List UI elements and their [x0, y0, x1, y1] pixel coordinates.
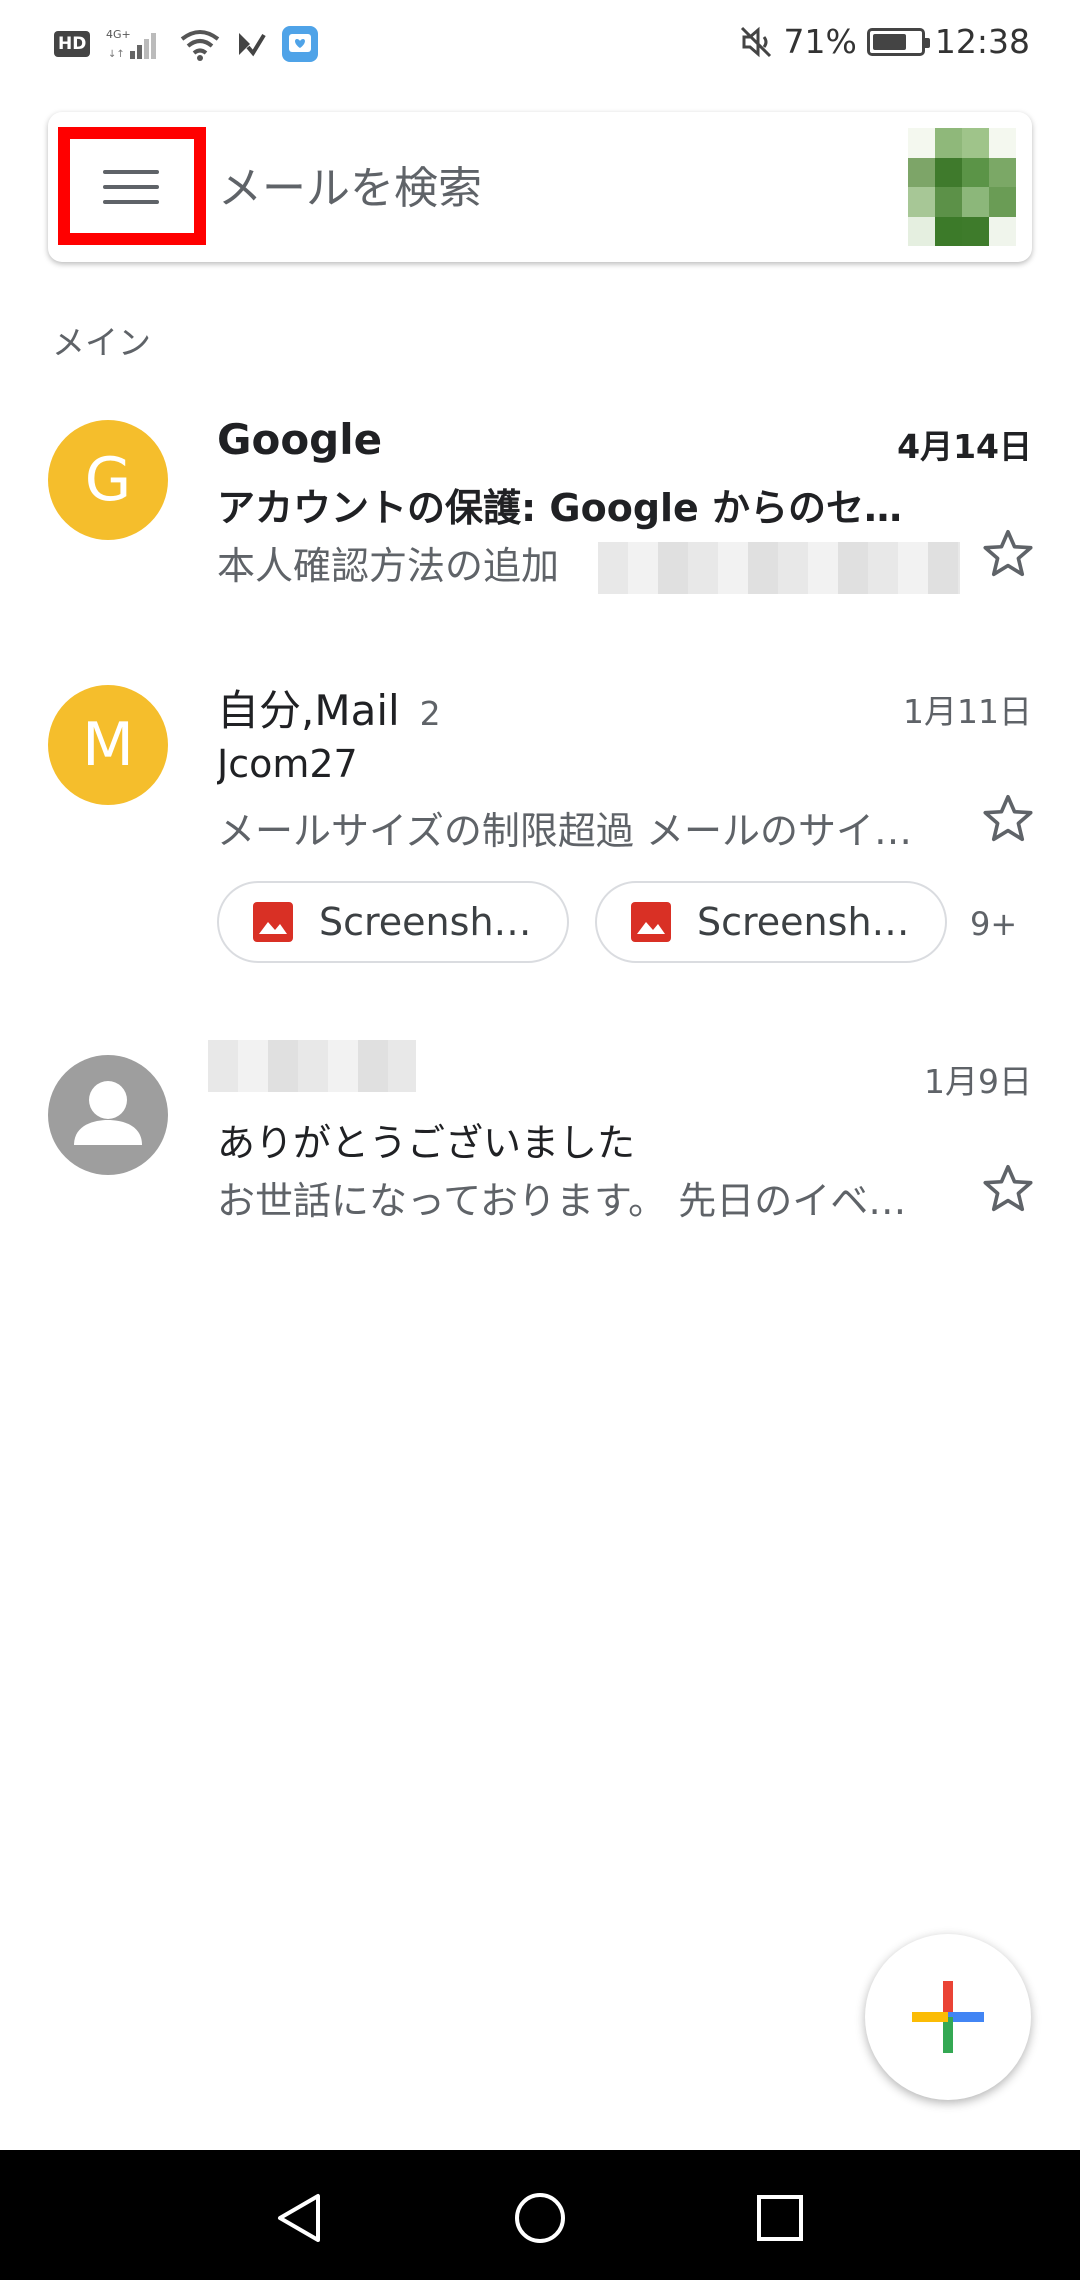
attachment-chip[interactable]: Screensh…	[595, 881, 947, 963]
image-icon	[631, 902, 671, 942]
sender-avatar[interactable]: G	[48, 420, 168, 540]
mail-subject: ありがとうございました	[217, 1121, 636, 1165]
star-icon[interactable]	[979, 790, 1037, 848]
hd-badge: HD	[54, 31, 91, 57]
account-avatar[interactable]	[908, 128, 1016, 246]
network-type-label: 4G+	[106, 28, 131, 41]
battery-fill	[872, 33, 906, 50]
clock: 12:38	[934, 22, 1030, 61]
svg-text:↓↑: ↓↑	[108, 49, 125, 60]
mute-icon	[740, 26, 771, 57]
battery-icon	[866, 27, 930, 56]
status-bar: HD 4G+ ↓↑ 71% 12:38	[0, 0, 1080, 92]
notification-app-icon	[239, 33, 267, 57]
status-icons-right: 71% 12:38	[738, 22, 1030, 61]
mobile-signal-icon: 4G+ ↓↑	[106, 28, 157, 60]
section-label: メイン	[52, 323, 151, 362]
mail-date: 4月14日	[897, 427, 1032, 466]
redacted-sender	[208, 1040, 416, 1092]
sender-line: 自分,Mail 2	[217, 677, 441, 738]
image-icon	[253, 902, 293, 942]
star-icon[interactable]	[979, 1160, 1037, 1218]
attachment-name: Screensh…	[319, 900, 532, 944]
attachment-chip[interactable]: Screensh…	[217, 881, 569, 963]
back-icon[interactable]	[272, 2190, 328, 2246]
mail-item-thanks[interactable]: 1月9日 ありがとうございました お世話になっております。 先日のイベ…	[0, 1025, 1080, 1265]
mail-snippet: 本人確認方法の追加	[217, 544, 560, 588]
mail-subject: Jcom27	[217, 742, 358, 786]
battery-percent: 71%	[783, 22, 857, 61]
compose-plus-icon	[912, 1981, 984, 2053]
wifi-icon	[181, 30, 220, 61]
notification-app-icon-2	[282, 26, 319, 62]
redacted-text	[598, 542, 960, 594]
mail-subject: アカウントの保護: Google からのセ…	[217, 486, 903, 530]
navigation-bar	[0, 2150, 1080, 2280]
person-icon	[74, 1081, 142, 1145]
sender-avatar[interactable]	[48, 1055, 168, 1175]
more-attachments-count: 9+	[970, 905, 1018, 943]
compose-button[interactable]	[865, 1934, 1031, 2100]
mail-item-self[interactable]: M 自分,Mail 2 1月11日 Jcom27 メールサイズの制限超過 メール…	[0, 655, 1080, 995]
sender-name: 自分,Mail	[217, 686, 400, 735]
mail-snippet: メールサイズの制限超過 メールのサイ…	[217, 809, 912, 853]
search-input[interactable]	[218, 160, 818, 216]
attachment-name: Screensh…	[697, 900, 910, 944]
sender-name: Google	[217, 415, 383, 464]
home-icon[interactable]	[512, 2190, 568, 2246]
recents-icon[interactable]	[752, 2190, 808, 2246]
avatar-letter: M	[82, 710, 134, 780]
hamburger-icon[interactable]	[103, 170, 159, 206]
thread-count: 2	[419, 694, 441, 733]
avatar-letter: G	[84, 445, 132, 515]
star-icon[interactable]	[979, 525, 1037, 583]
mail-snippet: お世話になっております。 先日のイベ…	[217, 1179, 907, 1223]
sender-avatar[interactable]: M	[48, 685, 168, 805]
mail-date: 1月11日	[903, 692, 1032, 731]
status-icons-left: HD 4G+ ↓↑	[54, 26, 319, 62]
mail-item-google[interactable]: G Google 4月14日 アカウントの保護: Google からのセ… 本人…	[0, 390, 1080, 620]
mail-date: 1月9日	[924, 1062, 1032, 1101]
